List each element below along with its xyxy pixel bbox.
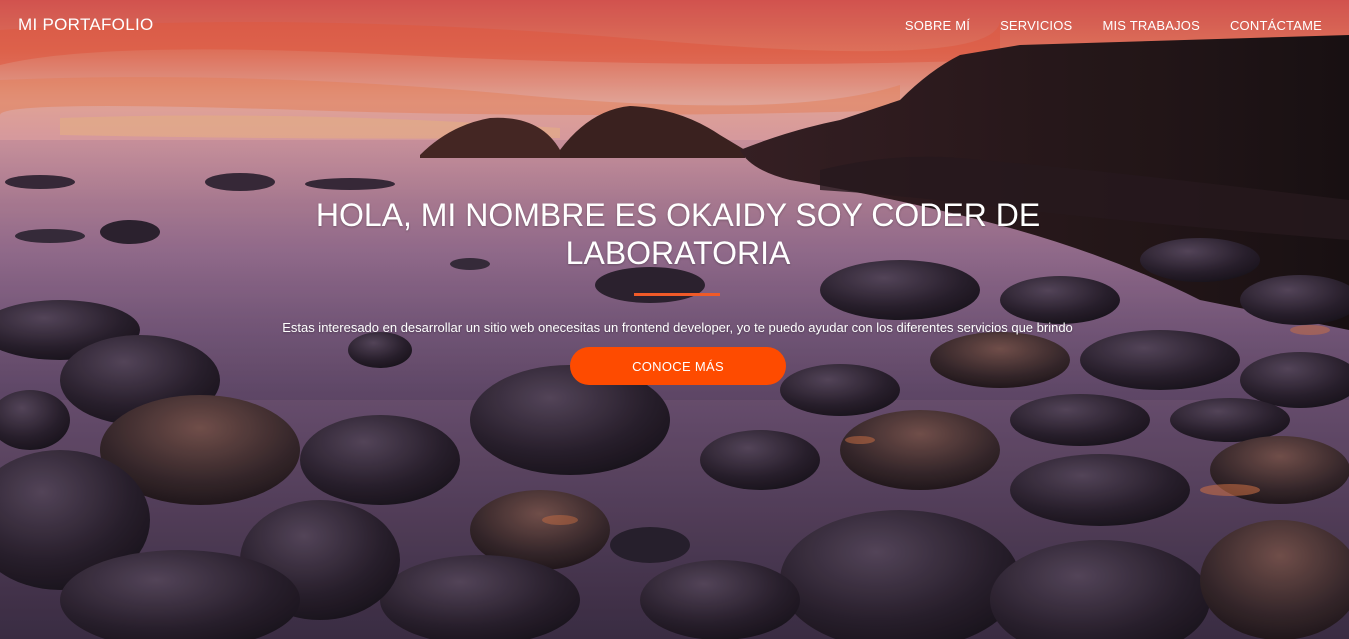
nav-menu: SOBRE MÍ SERVICIOS MIS TRABAJOS CONTÁCTA… bbox=[875, 18, 1322, 33]
nav-link-contactame[interactable]: CONTÁCTAME bbox=[1230, 18, 1322, 33]
nav-link-mis-trabajos[interactable]: MIS TRABAJOS bbox=[1102, 18, 1200, 33]
hero-title: HOLA, MI NOMBRE ES OKAIDY SOY CODER DE L… bbox=[315, 197, 1041, 271]
hero-subtitle: Estas interesado en desarrollar un sitio… bbox=[282, 320, 1073, 335]
nav-link-servicios[interactable]: SERVICIOS bbox=[1000, 18, 1072, 33]
brand-logo-link[interactable]: MI PORTAFOLIO bbox=[18, 15, 154, 35]
conoce-mas-button[interactable]: CONOCE MÁS bbox=[570, 347, 786, 385]
title-divider bbox=[634, 293, 720, 296]
hero-section: MI PORTAFOLIO SOBRE MÍ SERVICIOS MIS TRA… bbox=[0, 0, 1349, 639]
nav-link-sobre-mi[interactable]: SOBRE MÍ bbox=[905, 18, 970, 33]
top-navbar: MI PORTAFOLIO SOBRE MÍ SERVICIOS MIS TRA… bbox=[0, 0, 1349, 50]
